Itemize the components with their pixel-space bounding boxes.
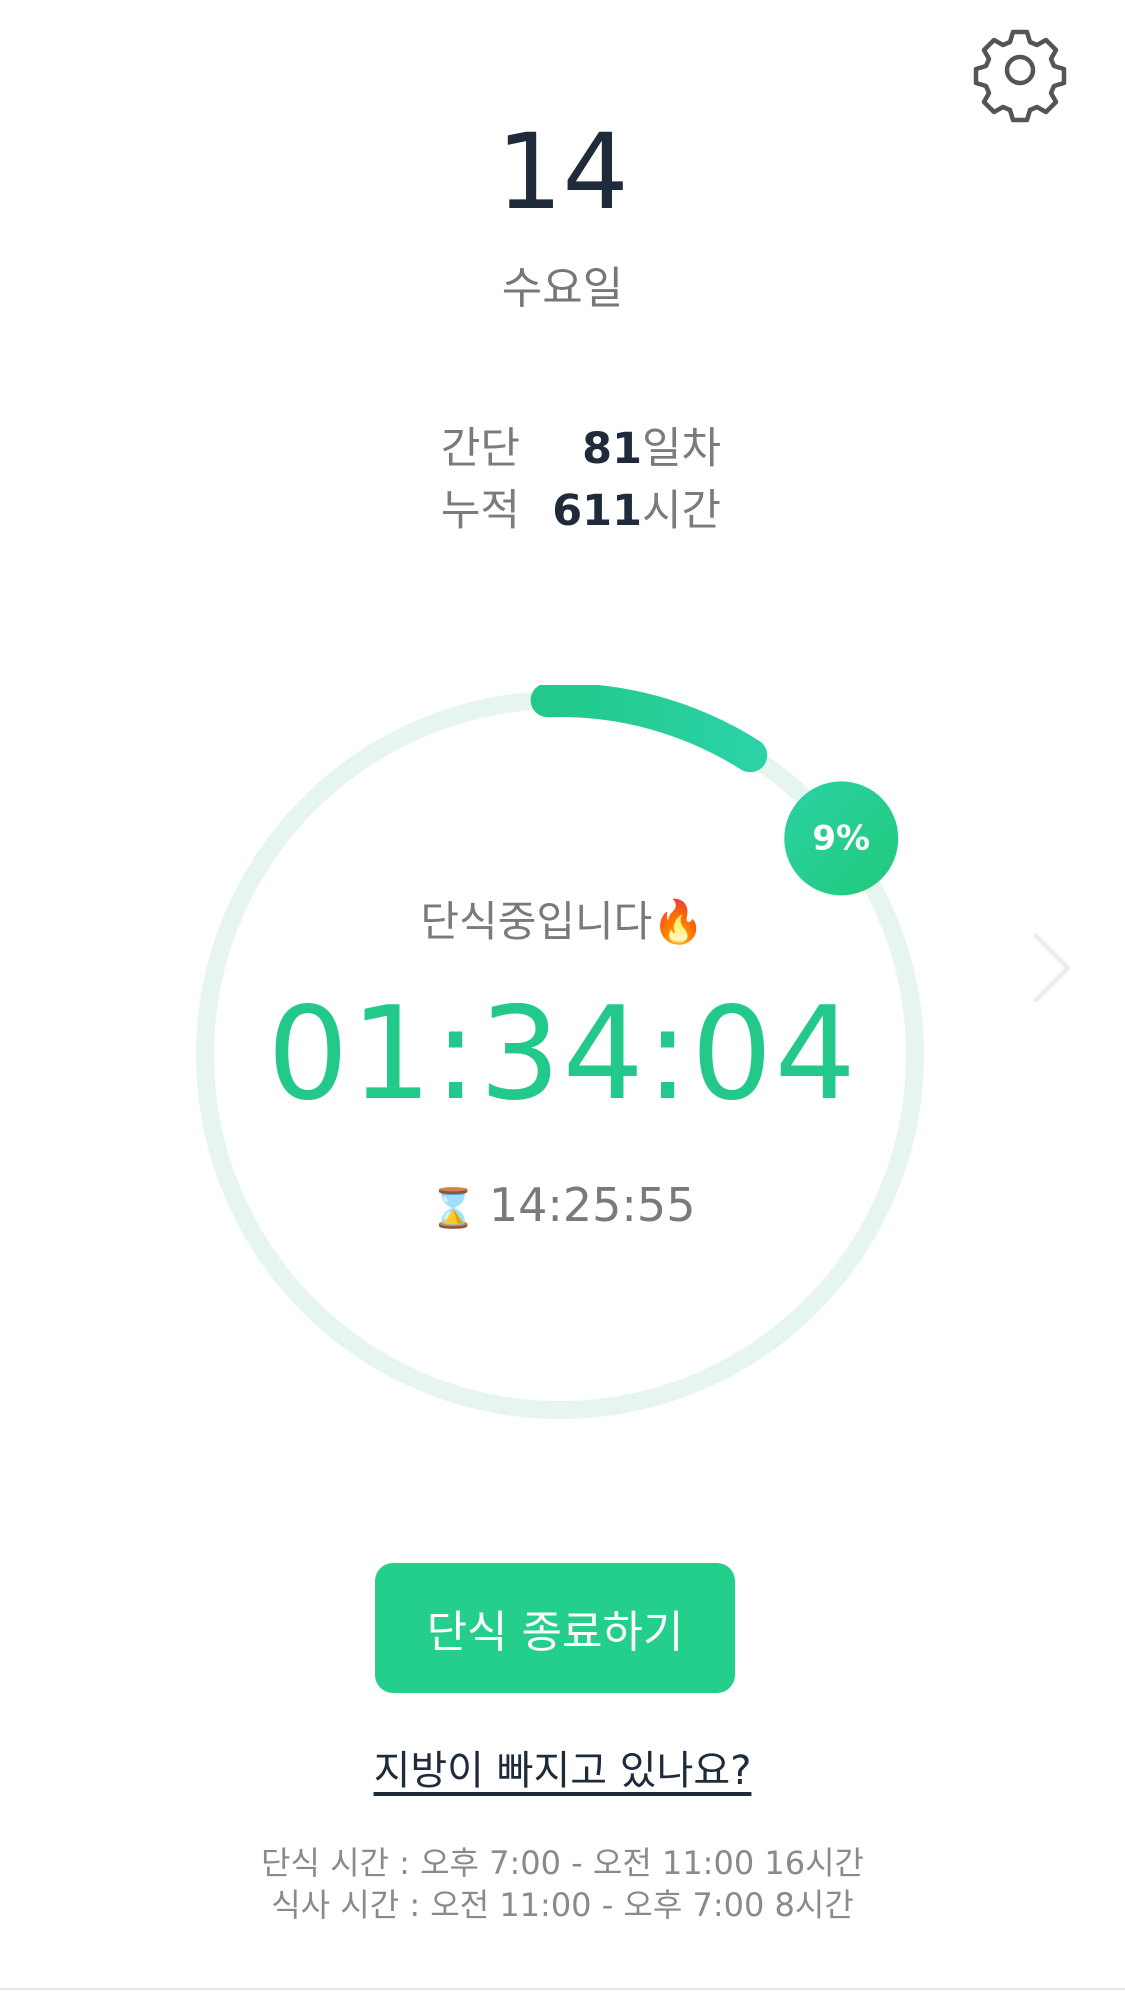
days-unit: 일차 bbox=[642, 424, 722, 474]
cumulative-hours: 누적 611시간 bbox=[410, 476, 721, 538]
next-button[interactable] bbox=[1022, 928, 1082, 1008]
remaining-time: ⌛ 14:25:55 bbox=[0, 1178, 1125, 1232]
end-fast-button[interactable]: 단식 종료하기 bbox=[375, 1563, 735, 1693]
hours-value: 611 bbox=[552, 486, 642, 536]
eating-schedule: 식사 시간 : 오전 11:00 - 오후 7:00 8시간 bbox=[271, 1886, 854, 1924]
progress-knob: 9% bbox=[784, 781, 899, 896]
days-value: 81 bbox=[582, 424, 642, 474]
fat-burning-link[interactable]: 지방이 빠지고 있나요? bbox=[0, 1738, 1125, 1796]
remaining-value: 14:25:55 bbox=[488, 1178, 696, 1232]
date-number: 14 bbox=[496, 111, 629, 233]
gear-icon bbox=[973, 29, 1067, 123]
chevron-right-icon bbox=[1033, 933, 1071, 1003]
fasting-status: 단식중입니다🔥 bbox=[420, 897, 705, 946]
settings-button[interactable] bbox=[966, 16, 1074, 124]
fasting-day-count: 간단 81일차 bbox=[410, 414, 721, 476]
elapsed-timer: 01:34:04 bbox=[267, 980, 858, 1129]
hours-unit: 시간 bbox=[642, 486, 722, 536]
hours-label: 누적 bbox=[440, 486, 520, 536]
progress-percent: 9% bbox=[812, 818, 870, 858]
hourglass-icon: ⌛ bbox=[429, 1186, 477, 1230]
progress-arc bbox=[530, 685, 768, 773]
days-label: 간단 bbox=[440, 424, 520, 474]
weekday-label: 수요일 bbox=[501, 263, 624, 314]
bottom-divider bbox=[0, 1988, 1125, 1990]
fat-burning-link-label: 지방이 빠지고 있나요? bbox=[373, 1748, 752, 1794]
fasting-schedule: 단식 시간 : 오후 7:00 - 오전 11:00 16시간 bbox=[261, 1844, 864, 1882]
